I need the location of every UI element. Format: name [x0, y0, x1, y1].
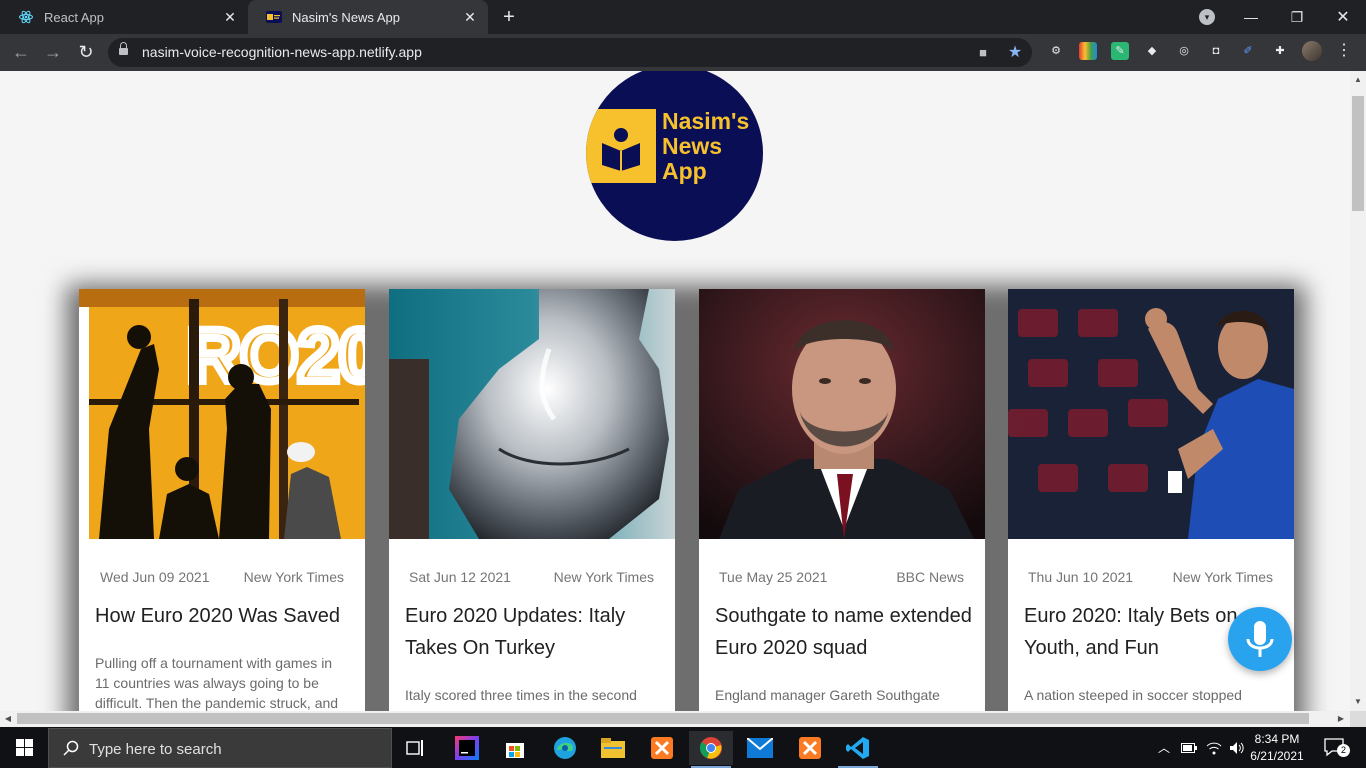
search-placeholder[interactable]: Type here to search [89, 741, 222, 758]
close-window-icon[interactable]: ✕ [1320, 0, 1366, 34]
scroll-up-icon[interactable]: ▲ [1350, 73, 1366, 87]
page-viewport: Nasim's News App RO20 Wed Jun 09 2021 Ne… [0, 71, 1350, 711]
extension-camera-icon[interactable]: ◘ [1207, 42, 1225, 60]
tab-label: Nasim's News App [292, 9, 400, 25]
article-title[interactable]: How Euro 2020 Was Saved [95, 600, 357, 632]
article-source: New York Times [243, 569, 344, 585]
logo-line: Nasim's [662, 108, 750, 134]
news-card[interactable]: Sat Jun 12 2021 New York Times Euro 2020… [389, 289, 675, 711]
article-title[interactable]: Southgate to name extended Euro 2020 squ… [715, 600, 977, 664]
reader-icon [602, 128, 640, 171]
profile-avatar[interactable] [1302, 41, 1322, 61]
windows-icon [15, 739, 33, 756]
article-title[interactable]: Euro 2020 Updates: Italy Takes On Turkey [405, 600, 667, 664]
reload-icon[interactable]: ↻ [74, 40, 98, 64]
xampp-icon[interactable] [640, 731, 684, 765]
article-description: England manager Gareth Southgate [715, 687, 940, 703]
extension-pen-icon[interactable]: ✐ [1239, 42, 1257, 60]
edge-icon[interactable] [543, 731, 587, 765]
article-source: BBC News [896, 569, 964, 585]
article-date: Thu Jun 10 2021 [1028, 569, 1134, 585]
news-card[interactable]: Tue May 25 2021 BBC News Southgate to na… [699, 289, 985, 711]
address-bar[interactable]: nasim-voice-recognition-news-app.netlify… [108, 38, 1032, 67]
article-date: Wed Jun 09 2021 [100, 569, 210, 585]
browser-tab-strip: React App ✕ Nasim's News App ✕ + ▾ — ❐ ✕ [0, 0, 1366, 34]
horizontal-scroll-thumb[interactable] [17, 713, 1309, 724]
react-icon [18, 9, 34, 25]
lock-icon[interactable] [119, 42, 128, 57]
article-image[interactable]: RO20 [79, 289, 365, 539]
url-text[interactable]: nasim-voice-recognition-news-app.netlify… [142, 44, 422, 60]
bookmark-star-icon[interactable]: ★ [1006, 44, 1024, 62]
scrollbar-corner [1350, 711, 1366, 727]
clock-date: 6/21/2021 [1250, 749, 1304, 763]
minimize-icon[interactable]: — [1228, 0, 1274, 34]
article-source: New York Times [553, 569, 654, 585]
chrome-icon[interactable] [689, 731, 733, 768]
close-tab-icon[interactable]: ✕ [462, 9, 478, 25]
scroll-right-icon[interactable]: ▶ [1334, 711, 1348, 727]
article-image[interactable] [1008, 289, 1294, 539]
start-button[interactable] [0, 727, 48, 768]
back-icon[interactable]: ← [9, 40, 33, 64]
logo-line: News [662, 133, 723, 159]
scroll-down-icon[interactable]: ▼ [1350, 695, 1366, 709]
browser-menu-icon[interactable]: ⋮ [1336, 40, 1352, 62]
browser-toolbar: ← → ↻ nasim-voice-recognition-news-app.n… [0, 34, 1366, 71]
extension-gear-icon[interactable]: ⚙ [1047, 42, 1065, 60]
tab-react-app[interactable]: React App ✕ [0, 0, 248, 34]
tab-news-app[interactable]: Nasim's News App ✕ [248, 0, 488, 34]
store-icon[interactable] [493, 731, 537, 765]
article-date: Sat Jun 12 2021 [409, 569, 511, 585]
article-source: New York Times [1172, 569, 1273, 585]
camera-icon[interactable]: ■ [974, 44, 992, 62]
file-explorer-icon[interactable] [591, 731, 635, 765]
system-clock[interactable]: 8:34 PM 6/21/2021 [1244, 731, 1310, 765]
battery-icon[interactable] [1180, 727, 1198, 768]
xampp-icon[interactable] [788, 731, 832, 765]
restore-icon[interactable]: ❐ [1274, 0, 1320, 34]
news-app-icon [266, 9, 282, 25]
extension-target-icon[interactable]: ◎ [1175, 42, 1193, 60]
intellij-icon[interactable] [445, 731, 489, 765]
article-description: Pulling off a tournament with games in 1… [95, 655, 339, 711]
article-image[interactable] [389, 289, 675, 539]
new-tab-button[interactable]: + [498, 6, 520, 28]
mail-icon[interactable] [738, 731, 782, 765]
notification-center-button[interactable]: 2 [1320, 727, 1350, 768]
taskbar-search-box[interactable]: Type here to search [48, 728, 392, 768]
article-image-text: RO20 [187, 314, 365, 397]
vertical-scroll-thumb[interactable] [1352, 96, 1364, 211]
close-tab-icon[interactable]: ✕ [222, 9, 238, 25]
voice-command-button[interactable] [1228, 607, 1292, 671]
microphone-icon [1246, 621, 1274, 657]
app-logo: Nasim's News App [586, 71, 763, 241]
article-date: Tue May 25 2021 [719, 569, 828, 585]
horizontal-scrollbar[interactable]: ◀ ▶ [0, 711, 1350, 727]
clock-time: 8:34 PM [1254, 732, 1300, 746]
wifi-icon[interactable] [1205, 727, 1223, 768]
logo-text: Nasim's News App [662, 109, 749, 184]
taskbar: Type here to search ︿ 8:34 PM 6/21/2021 [0, 727, 1366, 768]
news-card[interactable]: RO20 Wed Jun 09 2021 New York Times How … [79, 289, 365, 711]
article-description: A nation steeped in soccer stopped [1024, 687, 1242, 703]
search-icon [63, 740, 79, 756]
vertical-scrollbar[interactable]: ▲ ▼ [1350, 71, 1366, 711]
task-view-icon[interactable] [394, 731, 438, 765]
vscode-icon[interactable] [836, 731, 880, 768]
extensions-puzzle-icon[interactable]: ✚ [1271, 42, 1289, 60]
show-hidden-icons-icon[interactable]: ︿ [1156, 727, 1172, 768]
notification-count: 2 [1337, 744, 1350, 757]
tab-search-icon[interactable]: ▾ [1199, 9, 1215, 25]
extension-color-icon[interactable] [1079, 42, 1097, 60]
article-description: Italy scored three times in the second [405, 687, 637, 703]
extension-clip-icon[interactable]: ✎ [1111, 42, 1129, 60]
article-image[interactable] [699, 289, 985, 539]
extension-cube-icon[interactable]: ◆ [1143, 42, 1161, 60]
forward-icon[interactable]: → [41, 40, 65, 64]
logo-line: App [662, 158, 707, 184]
tab-label: React App [44, 9, 104, 25]
scroll-left-icon[interactable]: ◀ [1, 711, 15, 727]
